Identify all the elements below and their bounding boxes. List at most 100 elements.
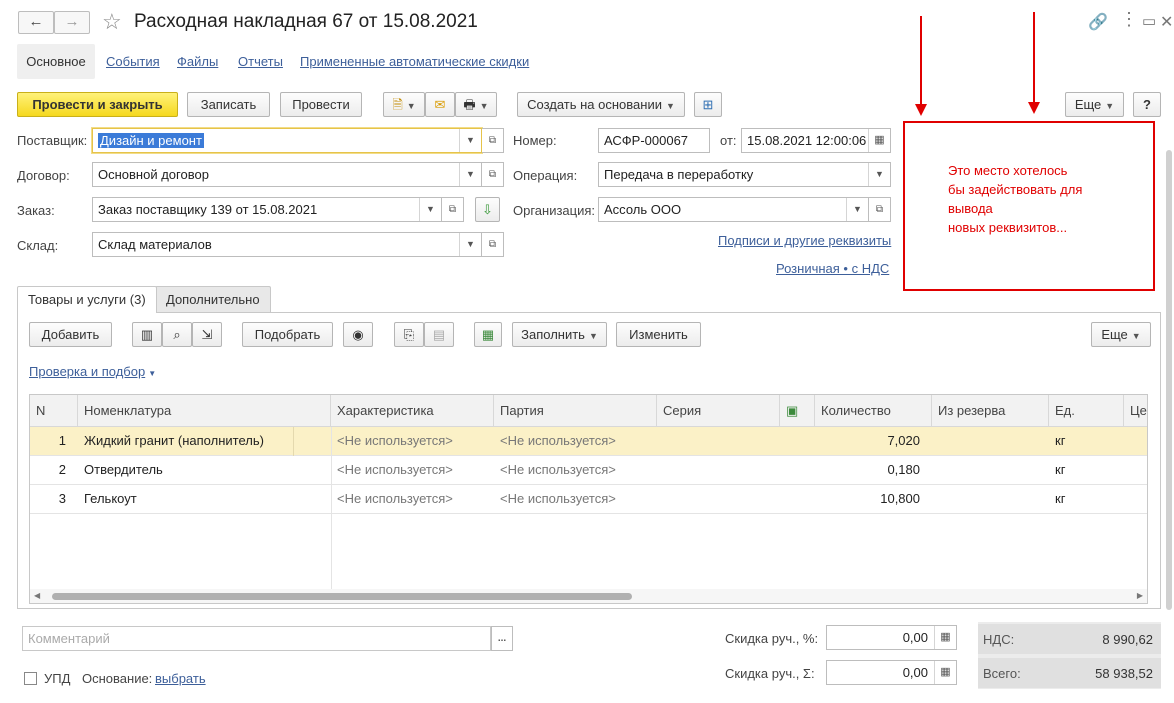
col-nomenclature[interactable]: Номенклатура (78, 395, 331, 427)
fill-button[interactable]: Заполнить ▼ (512, 322, 607, 347)
col-quantity[interactable]: Количество (815, 395, 932, 427)
maximize-icon[interactable]: ▭ (1142, 12, 1156, 30)
barcode-button[interactable]: ▥ (132, 322, 162, 347)
view-button[interactable]: ◉ (343, 322, 373, 347)
chevron-down-icon[interactable]: ▼ (459, 233, 481, 256)
attach-file-button[interactable]: 🗎 ▼ (383, 92, 425, 117)
chevron-down-icon[interactable]: ▼ (868, 163, 890, 186)
signatures-link[interactable]: Подписи и другие реквизиты (718, 233, 891, 248)
col-batch[interactable]: Партия (494, 395, 657, 427)
paste-rows-button[interactable]: ▤ (424, 322, 454, 347)
forward-button[interactable]: → (54, 11, 90, 34)
calculator-icon[interactable]: ▦ (934, 626, 956, 649)
envelope-icon: ✉ (434, 97, 446, 112)
post-and-close-button[interactable]: Провести и закрыть (17, 92, 178, 117)
col-from-reserve[interactable]: Из резерва (932, 395, 1049, 427)
calculator-icon[interactable]: ▦ (934, 661, 956, 684)
help-button[interactable]: ? (1133, 92, 1161, 117)
col-n[interactable]: N (30, 395, 78, 427)
open-warehouse-button[interactable]: ⧉ (482, 232, 504, 257)
col-characteristic[interactable]: Характеристика (331, 395, 494, 427)
fill-by-order-button[interactable]: ⇩ (475, 197, 500, 222)
load-data-button[interactable]: ⇲ (192, 322, 222, 347)
warehouse-field[interactable]: Склад материалов ▼ (92, 232, 482, 257)
comment-expand-button[interactable]: ... (491, 626, 513, 651)
close-icon[interactable]: ✕ (1160, 12, 1173, 32)
open-window-icon: ⧉ (488, 135, 497, 146)
open-contract-button[interactable]: ⧉ (482, 162, 504, 187)
link-icon[interactable]: 🔗 (1088, 12, 1108, 32)
post-button[interactable]: Провести (280, 92, 362, 117)
comment-input[interactable]: Комментарий (22, 626, 491, 651)
col-series-status[interactable]: ▣ (780, 395, 815, 427)
window-scrollbar[interactable] (1166, 150, 1172, 610)
favorite-star-icon[interactable]: ☆ (102, 9, 122, 35)
back-button[interactable]: ← (18, 11, 54, 34)
open-supplier-button[interactable]: ⧉ (482, 128, 504, 153)
table-settings-button[interactable]: ▦ (474, 322, 502, 347)
tab-goods-services[interactable]: Товары и услуги (3) (17, 286, 157, 313)
check-and-pick-link[interactable]: Проверка и подбор ▼ (29, 364, 156, 379)
goods-table[interactable]: N Номенклатура Характеристика Партия Сер… (29, 394, 1148, 604)
open-organization-button[interactable]: ⧉ (869, 197, 891, 222)
add-row-button[interactable]: Добавить (29, 322, 112, 347)
table-row[interactable]: 3 Гелькоут <Не используется> <Не использ… (30, 485, 1147, 514)
pick-button[interactable]: Подобрать (242, 322, 333, 347)
tab-reports[interactable]: Отчеты (238, 44, 283, 79)
tab-events[interactable]: События (106, 44, 160, 79)
fill-label: Заполнить (521, 327, 585, 342)
copy-icon: ⎘ (403, 327, 415, 342)
scroll-right-icon[interactable]: ▶ (1137, 591, 1143, 600)
tab-additional[interactable]: Дополнительно (155, 286, 271, 312)
tab-main[interactable]: Основное (17, 44, 95, 79)
organization-label: Организация: (513, 203, 596, 218)
cell-batch: <Не используется> (500, 462, 616, 477)
tab-discounts[interactable]: Примененные автоматические скидки (300, 44, 529, 79)
change-button[interactable]: Изменить (616, 322, 701, 347)
arrowhead-down-icon (1028, 102, 1040, 114)
col-series[interactable]: Серия (657, 395, 780, 427)
chevron-down-icon[interactable]: ▼ (459, 129, 481, 152)
cell-series (657, 485, 780, 514)
number-field[interactable]: АСФР-000067 (598, 128, 710, 153)
arrowhead-down-icon (915, 104, 927, 116)
panel-more-button[interactable]: Еще ▼ (1091, 322, 1151, 347)
open-order-button[interactable]: ⧉ (442, 197, 464, 222)
email-button[interactable]: ✉ (425, 92, 455, 117)
table-row[interactable]: 2 Отвердитель <Не используется> <Не испо… (30, 456, 1147, 485)
menu-dots-icon[interactable]: ⋮ (1120, 9, 1138, 30)
supplier-field[interactable]: Дизайн и ремонт ▼ (92, 128, 482, 153)
table-row[interactable]: 1 Жидкий гранит (наполнитель) <Не исполь… (30, 427, 1147, 456)
basis-select-link[interactable]: выбрать (155, 671, 206, 686)
calendar-icon[interactable]: ▦ (868, 129, 890, 152)
contract-field[interactable]: Основной договор ▼ (92, 162, 482, 187)
organization-field[interactable]: Ассоль ООО ▼ (598, 197, 869, 222)
order-field[interactable]: Заказ поставщику 139 от 15.08.2021 ▼ (92, 197, 442, 222)
more-button[interactable]: Еще ▼ (1065, 92, 1124, 117)
upd-checkbox[interactable] (24, 672, 37, 685)
discount-percent-field[interactable]: 0,00 ▦ (826, 625, 957, 650)
total-value: 58 938,52 (1095, 666, 1153, 681)
scroll-left-icon[interactable]: ◀ (34, 591, 40, 600)
col-unit[interactable]: Ед. (1049, 395, 1124, 427)
horizontal-scrollbar[interactable]: ◀ ▶ (30, 589, 1147, 603)
tab-files[interactable]: Файлы (177, 44, 218, 79)
total-row: Всего: 58 938,52 (978, 658, 1161, 688)
date-field[interactable]: 15.08.2021 12:00:06 ▦ (741, 128, 891, 153)
vat-row: НДС: 8 990,62 (978, 624, 1161, 654)
col-price[interactable]: Цен (1124, 395, 1147, 427)
discount-sum-field[interactable]: 0,00 ▦ (826, 660, 957, 685)
chevron-down-icon[interactable]: ▼ (846, 198, 868, 221)
copy-rows-button[interactable]: ⎘ (394, 322, 424, 347)
create-based-on-button[interactable]: Создать на основании ▼ (517, 92, 685, 117)
print-button[interactable]: 🖶 ▼ (455, 92, 497, 117)
price-type-link[interactable]: Розничная • с НДС (776, 261, 889, 276)
chevron-down-icon[interactable]: ▼ (459, 163, 481, 186)
search-barcode-button[interactable]: ⌕ (162, 322, 192, 347)
save-button[interactable]: Записать (187, 92, 270, 117)
operation-field[interactable]: Передача в переработку ▼ (598, 162, 891, 187)
scrollbar-thumb[interactable] (52, 593, 632, 600)
chevron-down-icon[interactable]: ▼ (419, 198, 441, 221)
series-check-icon: ▣ (786, 403, 799, 418)
structure-button[interactable]: ⊞ (694, 92, 722, 117)
